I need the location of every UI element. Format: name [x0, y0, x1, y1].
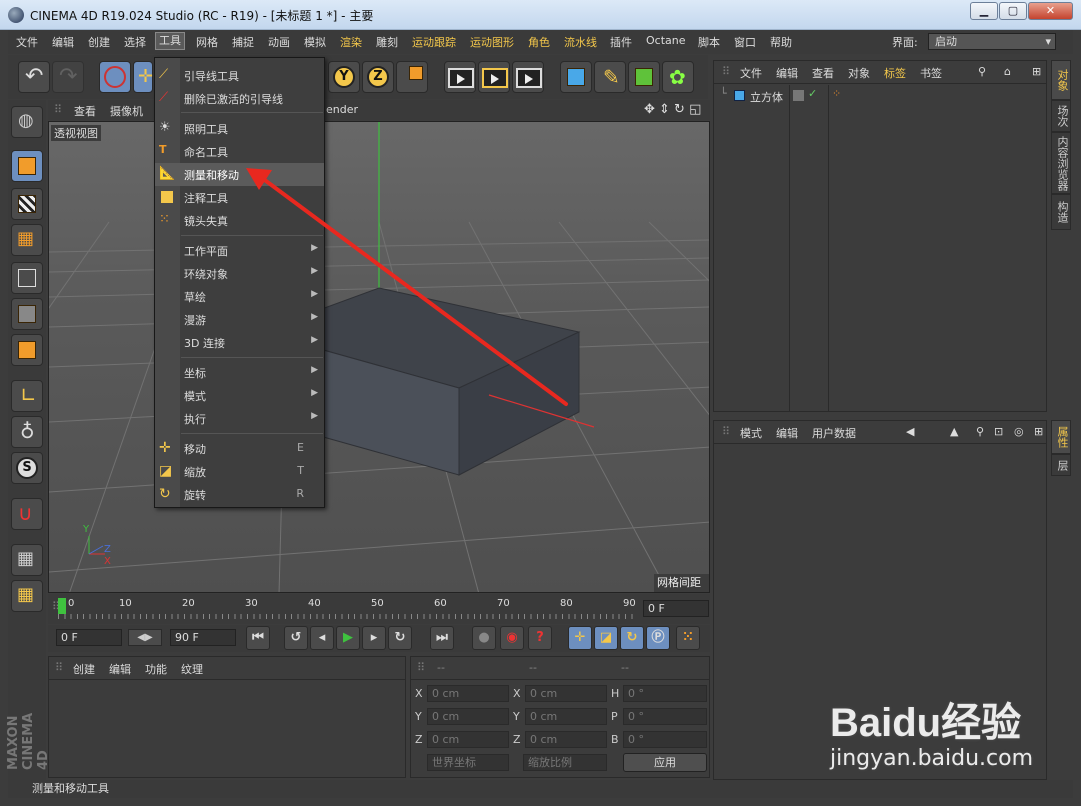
- baidu-logo: Baidu经验: [830, 701, 1022, 745]
- baidu-url: jingyan.baidu.com: [830, 746, 1034, 771]
- annotation-arrow: [246, 168, 568, 406]
- arrow-shaft: [260, 176, 568, 406]
- baidu-watermark: Baidu经验 jingyan.baidu.com: [830, 690, 1070, 790]
- arrow-head-icon: [246, 168, 272, 190]
